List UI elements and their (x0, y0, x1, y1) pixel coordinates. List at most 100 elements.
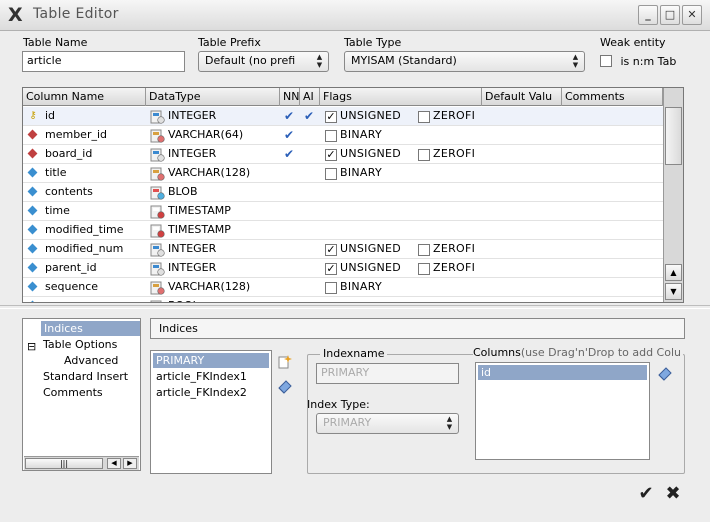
flag-checkbox[interactable] (325, 282, 337, 294)
index-item[interactable]: article_FKIndex2 (153, 385, 269, 400)
datatype-cell[interactable]: INTEGER (168, 145, 278, 164)
nn-check-icon[interactable] (284, 183, 300, 202)
maximize-button[interactable]: □ (660, 5, 680, 25)
table-row[interactable]: ⚷ id INTEGER ✔ ✔ ✓ UNSIGNED ZEROFI (23, 107, 663, 126)
index-columns-list[interactable]: id (475, 362, 650, 460)
scroll-down-arrow-icon[interactable]: ▼ (665, 283, 682, 300)
nn-check-icon[interactable] (284, 297, 300, 302)
delete-index-button[interactable] (276, 378, 294, 396)
index-column-item[interactable]: id (478, 365, 647, 380)
cancel-x-icon[interactable]: ✖ (662, 484, 684, 505)
datatype-cell[interactable]: BLOB (168, 183, 278, 202)
table-row[interactable]: modified_time TIMESTAMP (23, 221, 663, 240)
scrollbar-thumb[interactable] (665, 107, 682, 165)
column-name-cell[interactable]: modified_time (45, 221, 145, 240)
header-nn[interactable]: NN (280, 88, 300, 106)
table-row[interactable]: parent_id INTEGER ✓ UNSIGNED ZEROFI (23, 259, 663, 278)
header-flags[interactable]: Flags (320, 88, 482, 106)
tree-item-table-options[interactable]: Table Options (43, 337, 117, 352)
indexname-input[interactable]: PRIMARY (316, 363, 459, 384)
ai-check-icon[interactable] (304, 202, 320, 221)
table-row[interactable]: time TIMESTAMP (23, 202, 663, 221)
table-prefix-select[interactable]: Default (no prefi ▲ ▼ (198, 51, 329, 72)
ai-check-icon[interactable] (304, 126, 320, 145)
column-name-cell[interactable]: contents (45, 183, 145, 202)
datatype-cell[interactable]: TIMESTAMP (168, 202, 278, 221)
column-name-cell[interactable]: modified_num (45, 240, 145, 259)
datatype-cell[interactable]: INTEGER (168, 259, 278, 278)
column-name-cell[interactable]: time (45, 202, 145, 221)
ai-check-icon[interactable] (304, 297, 320, 302)
tree-expand-icon[interactable]: ⊟ (27, 340, 36, 353)
grid-vertical-scrollbar[interactable]: ▲ ▼ (663, 88, 683, 302)
ai-check-icon[interactable] (304, 259, 320, 278)
flag-checkbox[interactable] (325, 130, 337, 142)
table-row[interactable]: title VARCHAR(128) BINARY (23, 164, 663, 183)
flag-checkbox[interactable] (418, 263, 430, 275)
datatype-cell[interactable]: VARCHAR(64) (168, 126, 278, 145)
column-name-cell[interactable]: parent_id (45, 259, 145, 278)
columns-grid[interactable]: Column Name DataType NN AI Flags Default… (22, 87, 684, 303)
header-default-value[interactable]: Default Valu (482, 88, 562, 106)
ai-check-icon[interactable] (304, 278, 320, 297)
table-row[interactable]: board_id INTEGER ✔ ✓ UNSIGNED ZEROFI (23, 145, 663, 164)
table-row[interactable]: member_id VARCHAR(64) ✔ BINARY (23, 126, 663, 145)
ai-check-icon[interactable]: ✔ (304, 107, 320, 126)
flag-checkbox[interactable]: ✓ (325, 111, 337, 123)
scroll-left-arrow-icon[interactable]: ◀ (107, 458, 121, 469)
flag-checkbox[interactable] (325, 168, 337, 180)
tree-item-indices[interactable]: Indices (41, 321, 140, 336)
column-name-cell[interactable]: title (45, 164, 145, 183)
scroll-up-arrow-icon[interactable]: ▲ (665, 264, 682, 281)
index-item[interactable]: PRIMARY (153, 353, 269, 368)
ai-check-icon[interactable] (304, 183, 320, 202)
ai-check-icon[interactable] (304, 221, 320, 240)
tree-horizontal-scrollbar[interactable]: ||| ◀ ▶ (24, 456, 139, 470)
ai-check-icon[interactable] (304, 164, 320, 183)
table-row[interactable]: contents BLOB (23, 183, 663, 202)
flag-checkbox[interactable]: ✓ (325, 149, 337, 161)
datatype-cell[interactable]: VARCHAR(128) (168, 164, 278, 183)
column-name-cell[interactable]: member_id (45, 126, 145, 145)
nn-check-icon[interactable] (284, 221, 300, 240)
column-name-cell[interactable] (45, 297, 145, 302)
column-name-cell[interactable]: board_id (45, 145, 145, 164)
header-datatype[interactable]: DataType (146, 88, 280, 106)
header-ai[interactable]: AI (300, 88, 320, 106)
close-button[interactable]: ✕ (682, 5, 702, 25)
nn-check-icon[interactable]: ✔ (284, 145, 300, 164)
nn-check-icon[interactable] (284, 259, 300, 278)
nn-check-icon[interactable] (284, 164, 300, 183)
flag-checkbox[interactable]: ✓ (325, 263, 337, 275)
datatype-cell[interactable]: BOOL (168, 297, 278, 302)
ai-check-icon[interactable] (304, 145, 320, 164)
flag-checkbox[interactable] (418, 149, 430, 161)
flag-checkbox[interactable] (418, 111, 430, 123)
index-type-select[interactable]: PRIMARY ▲ ▼ (316, 413, 459, 434)
ok-check-icon[interactable]: ✔ (635, 484, 657, 505)
tree-item-comments[interactable]: Comments (43, 385, 103, 400)
nn-check-icon[interactable]: ✔ (284, 126, 300, 145)
datatype-cell[interactable]: TIMESTAMP (168, 221, 278, 240)
tree-scroll-thumb[interactable]: ||| (25, 458, 103, 469)
add-index-button[interactable] (276, 354, 294, 372)
header-column-name[interactable]: Column Name (23, 88, 146, 106)
nn-check-icon[interactable] (284, 278, 300, 297)
tree-item-standard-insert[interactable]: Standard Insert (43, 369, 128, 384)
splitter[interactable] (0, 305, 710, 309)
nn-check-icon[interactable] (284, 202, 300, 221)
minimize-button[interactable]: _ (638, 5, 658, 25)
index-item[interactable]: article_FKIndex1 (153, 369, 269, 384)
table-type-select[interactable]: MYISAM (Standard) ▲ ▼ (344, 51, 585, 72)
indices-list[interactable]: PRIMARY article_FKIndex1 article_FKIndex… (150, 350, 272, 474)
datatype-cell[interactable]: INTEGER (168, 240, 278, 259)
datatype-cell[interactable]: VARCHAR(128) (168, 278, 278, 297)
options-tree[interactable]: Indices ⊟ Table Options Advanced Standar… (22, 318, 141, 471)
table-row[interactable]: BOOL (23, 297, 663, 302)
weak-entity-checkbox-row[interactable]: is n:m Tab (600, 54, 676, 68)
table-row[interactable]: modified_num INTEGER ✓ UNSIGNED ZEROFI (23, 240, 663, 259)
tree-item-advanced[interactable]: Advanced (64, 353, 118, 368)
remove-column-button[interactable] (656, 365, 674, 383)
header-comments[interactable]: Comments (562, 88, 663, 106)
nn-check-icon[interactable]: ✔ (284, 107, 300, 126)
